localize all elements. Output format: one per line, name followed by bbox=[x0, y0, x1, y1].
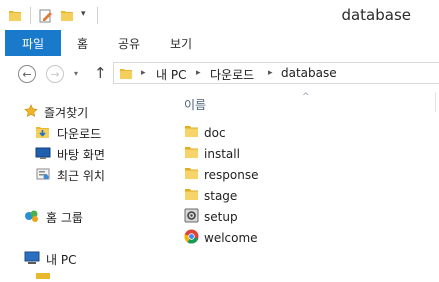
nav-item-label: 즐겨찾기 bbox=[44, 105, 89, 120]
tab-file[interactable]: 파일 bbox=[5, 30, 61, 56]
star-icon bbox=[24, 103, 38, 121]
tab-home[interactable]: 홈 bbox=[77, 30, 88, 56]
new-folder-icon[interactable] bbox=[60, 8, 74, 25]
arrow-left-icon: ← bbox=[22, 67, 32, 81]
file-item-doc[interactable]: doc bbox=[184, 123, 226, 143]
file-name: stage bbox=[204, 189, 238, 203]
nav-item-label: 최근 위치 bbox=[57, 168, 105, 183]
sort-ascending-icon: ^ bbox=[302, 92, 310, 102]
up-button[interactable]: ↑ bbox=[94, 64, 107, 82]
column-header-name[interactable]: 이름 bbox=[184, 96, 206, 113]
homegroup-icon bbox=[24, 209, 40, 226]
arrow-right-icon: → bbox=[50, 67, 60, 81]
back-button[interactable]: ← bbox=[18, 65, 36, 83]
nav-item-label: 내 PC bbox=[46, 252, 77, 267]
tab-share[interactable]: 공유 bbox=[118, 30, 140, 56]
file-item-install[interactable]: install bbox=[184, 144, 240, 164]
nav-item-label: 홈 그룹 bbox=[46, 210, 83, 225]
ribbon-tabs: 파일 홈 공유 보기 bbox=[0, 30, 439, 57]
computer-icon bbox=[24, 251, 40, 268]
file-item-welcome[interactable]: welcome bbox=[184, 228, 258, 248]
file-item-response[interactable]: response bbox=[184, 165, 259, 185]
folder-icon bbox=[184, 188, 199, 204]
folder-icon bbox=[184, 125, 199, 141]
nav-item-this-pc[interactable]: 내 PC bbox=[24, 250, 76, 268]
navigation-pane: 즐겨찾기 다운로드 바탕 화면 최근 위치 홈 그룹 내 PC bbox=[0, 92, 165, 279]
divider bbox=[97, 7, 98, 24]
navigation-bar: ← → ▾ ↑ ▸ 내 PC ▸ 다운로드 ▸ database bbox=[0, 56, 439, 92]
folder-icon bbox=[35, 268, 51, 282]
forward-button[interactable]: → bbox=[46, 65, 64, 83]
breadcrumb-this-pc[interactable]: 내 PC bbox=[156, 66, 186, 83]
file-name: response bbox=[204, 168, 259, 182]
file-list: 이름 ^ doc install response stage setup we… bbox=[164, 92, 439, 273]
file-name: install bbox=[204, 147, 240, 161]
recent-locations-dropdown[interactable]: ▾ bbox=[74, 69, 78, 78]
file-name: setup bbox=[204, 210, 238, 224]
folder-icon bbox=[184, 167, 199, 183]
chrome-icon bbox=[184, 229, 199, 247]
nav-item-homegroup[interactable]: 홈 그룹 bbox=[24, 208, 83, 226]
file-name: welcome bbox=[204, 231, 258, 245]
downloads-folder-icon bbox=[35, 125, 51, 142]
desktop-icon bbox=[35, 146, 51, 163]
setup-app-icon bbox=[184, 208, 199, 226]
tab-view[interactable]: 보기 bbox=[170, 30, 192, 56]
nav-item-label: 다운로드 bbox=[57, 126, 102, 141]
file-item-stage[interactable]: stage bbox=[184, 186, 237, 206]
folder-icon[interactable] bbox=[8, 8, 22, 25]
nav-item-favorites[interactable]: 즐겨찾기 bbox=[24, 103, 88, 121]
file-name: doc bbox=[204, 126, 226, 140]
file-item-setup[interactable]: setup bbox=[184, 207, 238, 227]
window-title: database bbox=[341, 6, 411, 24]
nav-item-desktop[interactable]: 바탕 화면 bbox=[35, 145, 105, 163]
folder-icon bbox=[119, 66, 133, 83]
breadcrumb-downloads[interactable]: 다운로드 bbox=[210, 66, 254, 83]
folder-icon bbox=[184, 146, 199, 162]
breadcrumb-database[interactable]: database bbox=[281, 66, 337, 80]
nav-item-label: 바탕 화면 bbox=[57, 147, 105, 162]
title-bar: ▾ database bbox=[0, 0, 439, 30]
customize-toolbar-icon[interactable]: ▾ bbox=[81, 9, 86, 19]
address-bar[interactable]: ▸ 내 PC ▸ 다운로드 ▸ database bbox=[113, 62, 439, 84]
recent-places-icon bbox=[35, 167, 51, 184]
properties-icon[interactable] bbox=[38, 8, 54, 27]
nav-item-downloads[interactable]: 다운로드 bbox=[35, 124, 101, 142]
chevron-right-icon[interactable]: ▸ bbox=[141, 68, 146, 78]
chevron-right-icon[interactable]: ▸ bbox=[268, 68, 273, 78]
column-divider[interactable] bbox=[435, 92, 436, 112]
chevron-right-icon[interactable]: ▸ bbox=[196, 68, 201, 78]
nav-item-recent-places[interactable]: 최근 위치 bbox=[35, 166, 105, 184]
divider bbox=[30, 7, 31, 24]
